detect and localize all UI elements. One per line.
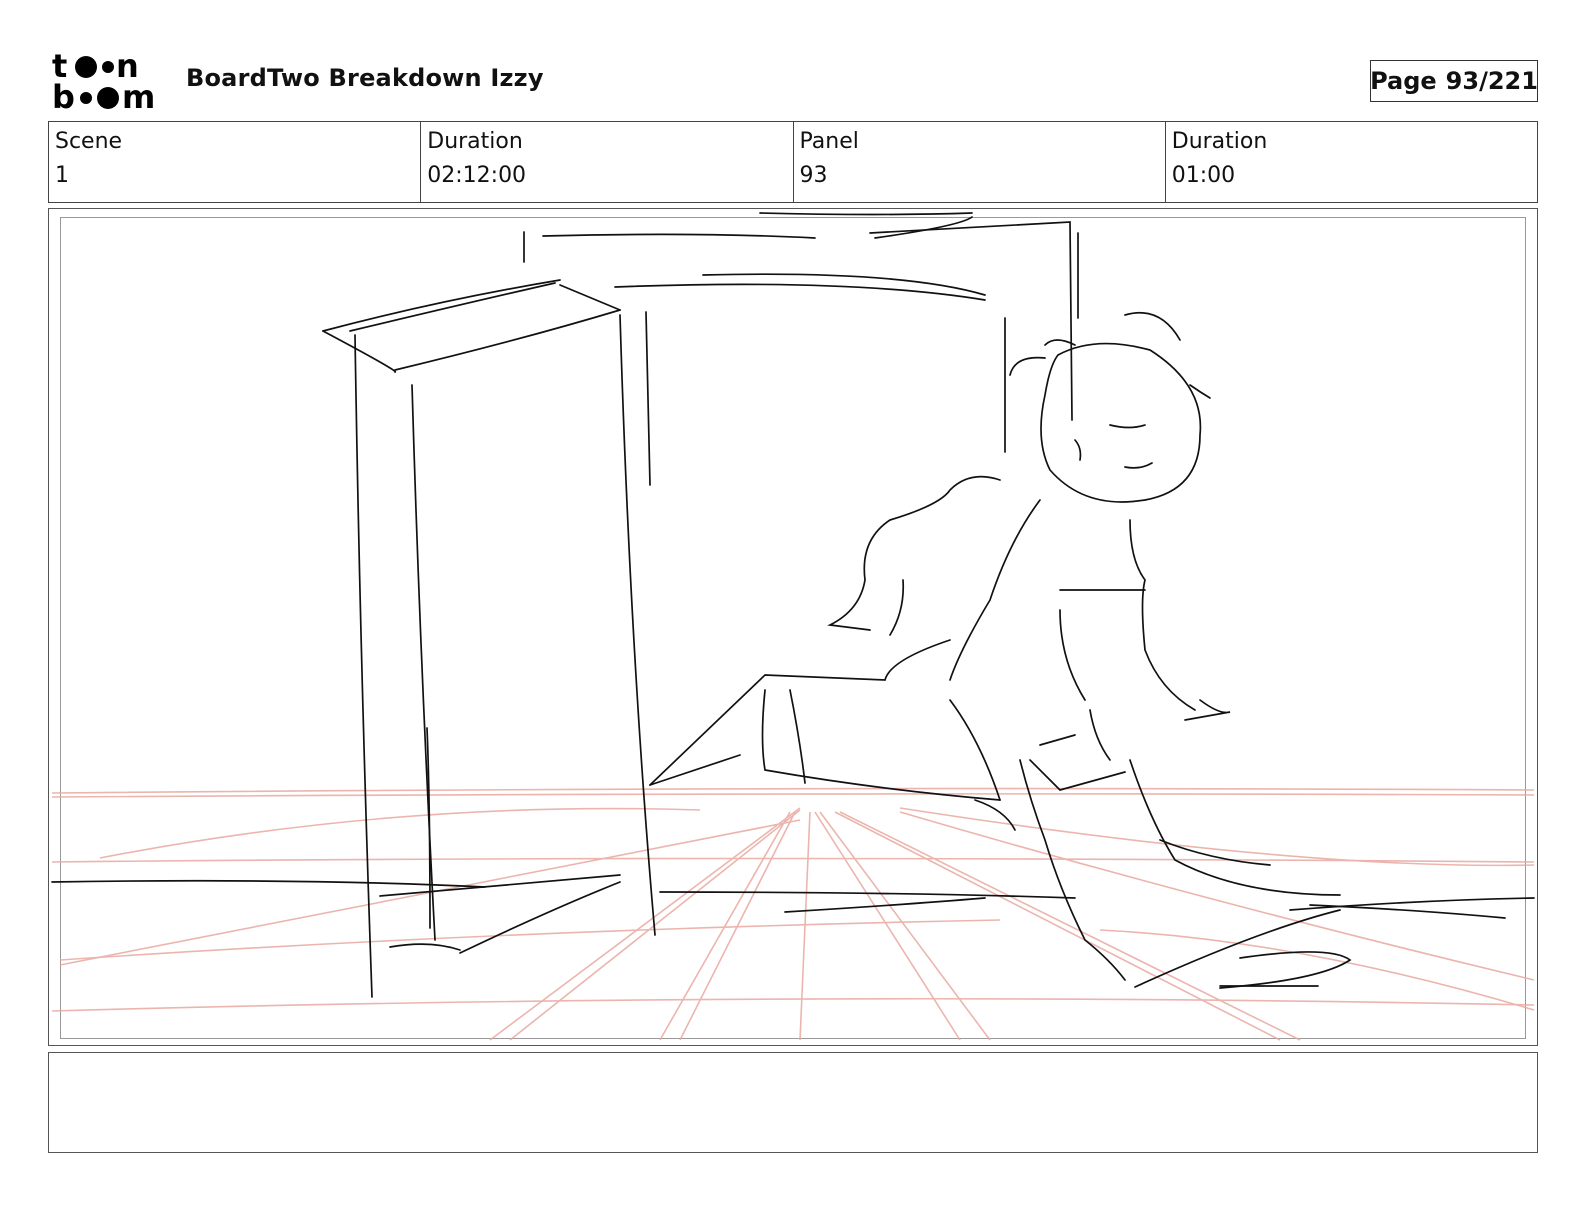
panel-duration-cell: Duration 01:00 — [1164, 122, 1537, 202]
storyboard-safe-area — [60, 217, 1526, 1039]
scene-duration-value: 02:12:00 — [427, 163, 527, 188]
scene-label: Scene — [55, 129, 123, 154]
svg-text:m: m — [122, 78, 155, 112]
scene-duration-label: Duration — [427, 129, 523, 154]
scene-cell: Scene 1 — [49, 122, 420, 202]
panel-notes-box — [48, 1052, 1538, 1153]
panel-info-table: Scene 1 Duration 02:12:00 Panel 93 Durat… — [48, 121, 1538, 203]
toon-boom-logo: t n b m — [52, 50, 155, 112]
page-number: 93/221 — [1445, 67, 1538, 95]
panel-duration-label: Duration — [1171, 129, 1268, 154]
svg-text:b: b — [52, 78, 75, 112]
document-title: BoardTwo Breakdown Izzy — [186, 64, 544, 92]
panel-label: Panel — [799, 129, 859, 154]
page-label: Page — [1370, 67, 1437, 95]
panel-duration-value: 01:00 — [1171, 163, 1236, 188]
page-indicator: Page 93/221 — [1370, 60, 1538, 102]
scene-duration-cell: Duration 02:12:00 — [420, 122, 792, 202]
panel-cell: Panel 93 — [792, 122, 1165, 202]
scene-value: 1 — [55, 163, 69, 188]
panel-value: 93 — [799, 163, 828, 188]
